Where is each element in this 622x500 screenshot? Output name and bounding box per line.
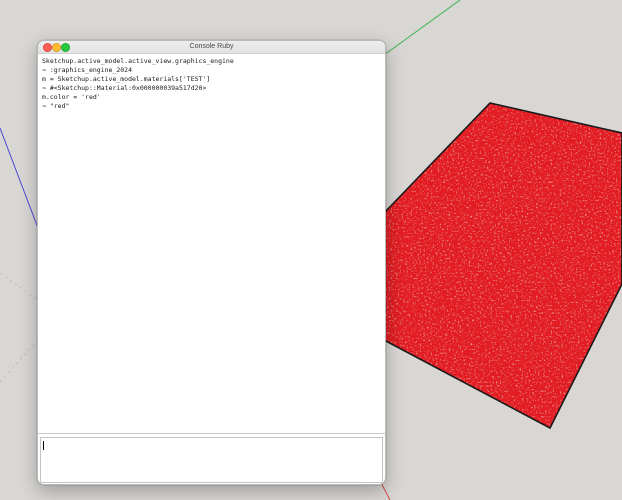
red-material-face[interactable] [383, 102, 622, 430]
green-axis [383, 0, 461, 56]
console-input[interactable] [40, 437, 383, 483]
console-output[interactable]: Sketchup.active_model.active_view.graphi… [38, 54, 385, 434]
blue-axis [0, 127, 39, 229]
guide-line-2 [0, 339, 39, 383]
output-line: m = Sketchup.active_model.materials['TES… [42, 75, 211, 83]
output-line: ⇒ :graphics_engine_2024 [42, 66, 133, 74]
title-bar[interactable]: Console Ruby [38, 41, 385, 54]
guide-line [0, 272, 39, 301]
output-line: Sketchup.active_model.active_view.graphi… [42, 57, 234, 65]
text-caret [43, 441, 44, 450]
ruby-console-window[interactable]: Console Ruby Sketchup.active_model.activ… [37, 40, 386, 485]
output-line: ⇒ "red" [42, 102, 70, 110]
output-line: m.color = 'red' [42, 93, 101, 101]
output-line: ⇒ #<Sketchup::Material:0x000000039a517d2… [42, 84, 207, 92]
window-title: Console Ruby [189, 43, 234, 50]
